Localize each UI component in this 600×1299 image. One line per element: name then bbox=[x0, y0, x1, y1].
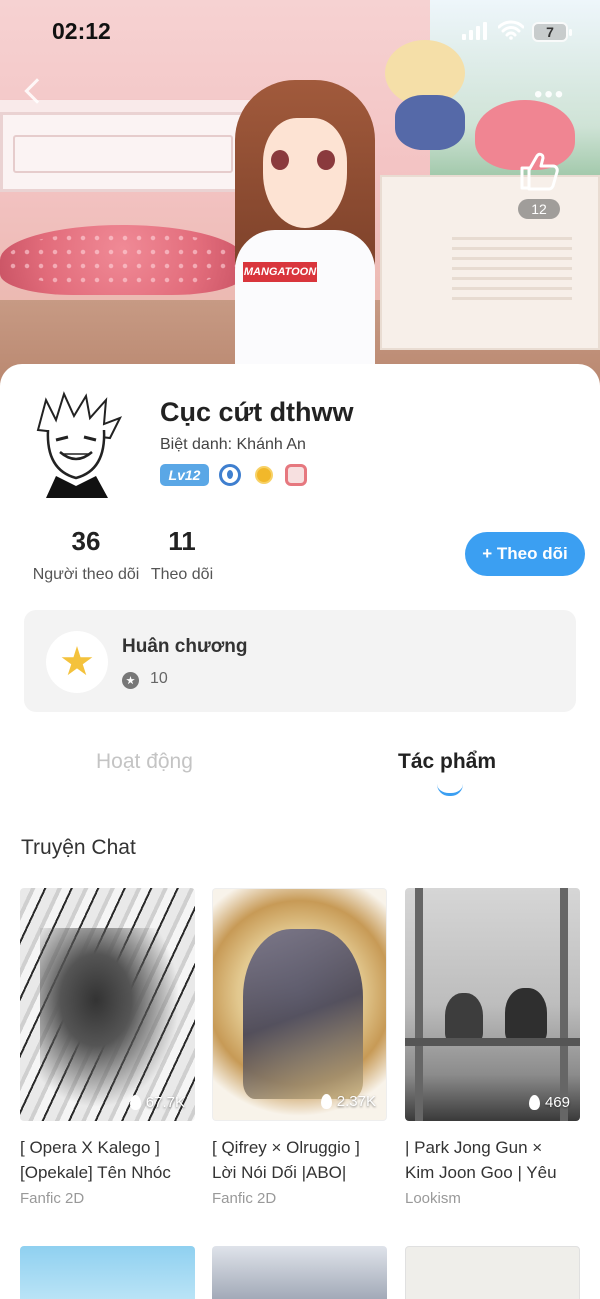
view-count-value: 67.7K bbox=[145, 1094, 185, 1111]
work-title[interactable]: [ Opera X Kalego ] [Opekale] Tên Nhóc bbox=[20, 1135, 195, 1185]
view-count-value: 2.37K bbox=[336, 1093, 376, 1110]
profile-sheet: Cục cứt dthww Biệt danh: Khánh An Lv12 3… bbox=[0, 364, 600, 1299]
view-count: 469 bbox=[528, 1094, 570, 1111]
work-card[interactable]: 67.7K [ Opera X Kalego ] [Opekale] Tên N… bbox=[20, 888, 195, 1207]
like-count-badge: 12 bbox=[518, 199, 560, 219]
water-drop-badge-icon[interactable] bbox=[219, 464, 241, 486]
flame-icon bbox=[320, 1094, 332, 1109]
gold-coin-badge-icon[interactable] bbox=[255, 466, 273, 484]
avatar[interactable] bbox=[26, 390, 126, 498]
medal-card[interactable]: Huân chương 10 bbox=[24, 610, 576, 712]
battery-icon: 7 bbox=[532, 22, 572, 42]
badge-row: Lv12 bbox=[160, 464, 319, 486]
banner-drawer bbox=[0, 112, 250, 192]
view-count-value: 469 bbox=[544, 1094, 570, 1111]
level-badge[interactable]: Lv12 bbox=[160, 464, 209, 486]
hexagon-badge-icon[interactable] bbox=[285, 464, 307, 486]
tab-activity[interactable]: Hoạt động bbox=[96, 750, 193, 774]
banner-shelf bbox=[0, 100, 260, 112]
tab-works[interactable]: Tác phẩm bbox=[398, 750, 496, 774]
banner-character: MANGATOON bbox=[235, 80, 375, 390]
work-cover-image[interactable]: 2.37K bbox=[212, 888, 387, 1121]
cellular-signal-icon bbox=[462, 22, 487, 40]
work-title[interactable]: | Park Jong Gun × Kim Joon Goo | Yêu bbox=[405, 1135, 580, 1185]
followers-stat[interactable]: 36 Người theo dõi bbox=[28, 526, 144, 584]
work-genre: Lookism bbox=[405, 1190, 461, 1207]
work-cover-image[interactable] bbox=[212, 1246, 387, 1299]
work-genre: Fanfic 2D bbox=[20, 1190, 85, 1207]
status-bar: 02:12 7 bbox=[0, 0, 600, 60]
banner-stool bbox=[0, 225, 245, 295]
flame-icon bbox=[129, 1095, 141, 1110]
thumbs-up-icon[interactable] bbox=[516, 148, 562, 194]
profile-nickname: Biệt danh: Khánh An bbox=[160, 436, 306, 453]
view-count: 67.7K bbox=[129, 1094, 185, 1111]
profile-stats: 36 Người theo dõi 11 Theo dõi bbox=[28, 526, 218, 584]
work-cover-image[interactable]: 67.7K bbox=[20, 888, 195, 1121]
following-count: 11 bbox=[168, 526, 196, 556]
work-cover-image[interactable] bbox=[405, 1246, 580, 1299]
profile-name: Cục cứt dthww bbox=[160, 397, 354, 427]
banner-shirt-logo: MANGATOON bbox=[243, 262, 317, 282]
medal-title: Huân chương bbox=[122, 636, 248, 657]
wifi-icon bbox=[498, 20, 524, 40]
star-icon bbox=[122, 672, 139, 689]
work-title[interactable]: [ Qifrey × Olruggio ] Lời Nói Dối |ABO| bbox=[212, 1135, 387, 1185]
medal-count: 10 bbox=[150, 670, 168, 687]
work-card[interactable]: 2.37K [ Qifrey × Olruggio ] Lời Nói Dối … bbox=[212, 888, 387, 1207]
work-genre: Fanfic 2D bbox=[212, 1190, 277, 1207]
profile-screen: MANGATOON ••• 12 02:12 7 Cục cứt dthww B… bbox=[0, 0, 600, 1299]
flame-icon bbox=[528, 1095, 540, 1110]
active-tab-indicator bbox=[437, 784, 463, 796]
followers-count: 36 bbox=[71, 526, 101, 556]
more-options-icon[interactable]: ••• bbox=[534, 83, 565, 107]
work-cover-image[interactable]: 469 bbox=[405, 888, 580, 1121]
following-label: Theo dõi bbox=[150, 566, 214, 583]
medal-icon bbox=[46, 631, 108, 693]
section-title: Truyện Chat bbox=[21, 836, 136, 859]
work-cover-image[interactable] bbox=[20, 1246, 195, 1299]
view-count: 2.37K bbox=[320, 1093, 376, 1110]
follow-button[interactable]: + Theo dõi bbox=[465, 532, 585, 576]
status-time: 02:12 bbox=[52, 18, 111, 44]
following-stat[interactable]: 11 Theo dõi bbox=[146, 526, 218, 584]
banner-cabinet bbox=[380, 175, 600, 350]
followers-label: Người theo dõi bbox=[32, 566, 140, 583]
work-card[interactable]: 469 | Park Jong Gun × Kim Joon Goo | Yêu… bbox=[405, 888, 580, 1207]
profile-tabs: Hoạt động Tác phẩm bbox=[0, 744, 600, 796]
